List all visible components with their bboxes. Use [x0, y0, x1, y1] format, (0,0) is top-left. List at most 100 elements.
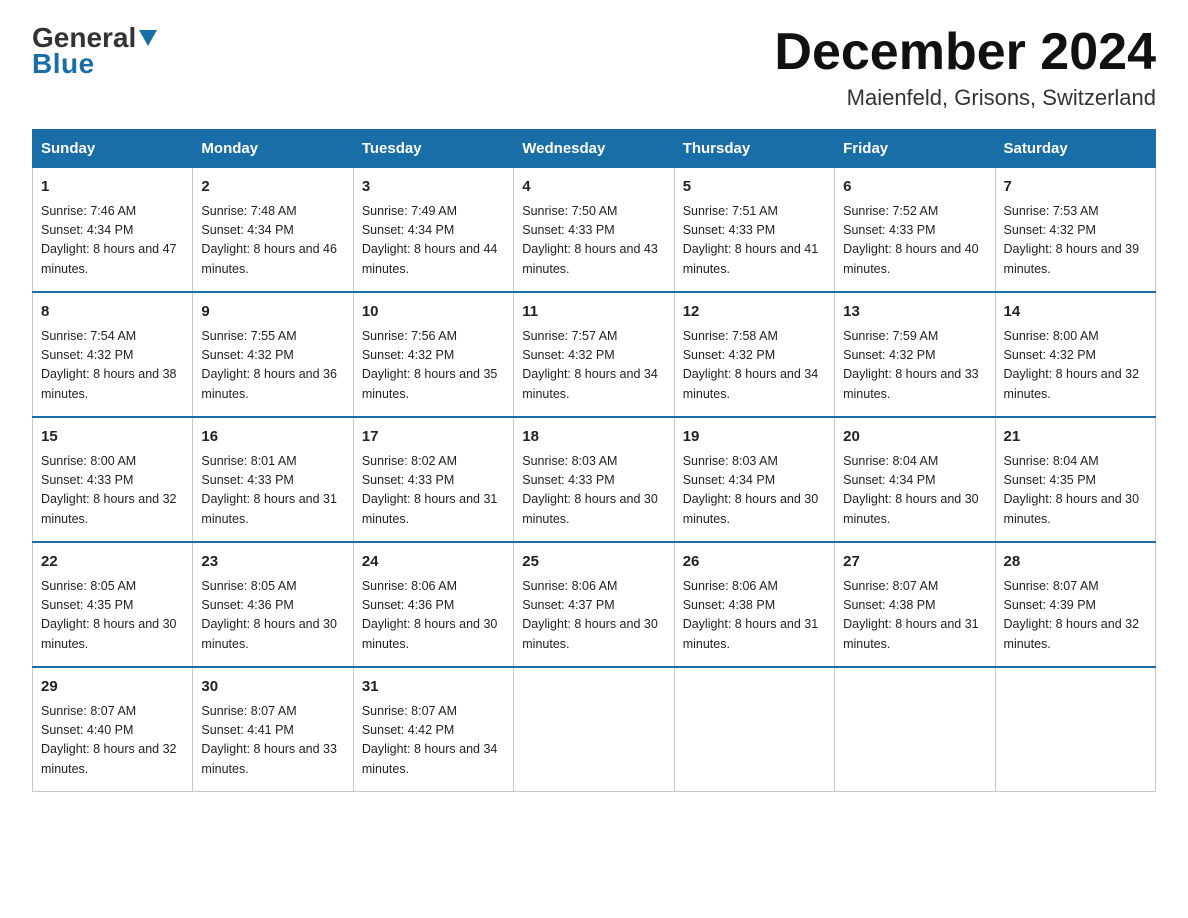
day-number: 7	[1004, 176, 1147, 199]
day-number: 17	[362, 426, 505, 449]
calendar-day-cell: 25 Sunrise: 8:06 AM Sunset: 4:37 PM Dayl…	[514, 542, 674, 667]
calendar-day-cell: 7 Sunrise: 7:53 AM Sunset: 4:32 PM Dayli…	[995, 168, 1155, 293]
day-info: Sunrise: 8:07 AM Sunset: 4:39 PM Dayligh…	[1004, 577, 1147, 655]
calendar-day-cell	[514, 667, 674, 792]
day-number: 10	[362, 301, 505, 324]
day-number: 5	[683, 176, 826, 199]
day-info: Sunrise: 7:56 AM Sunset: 4:32 PM Dayligh…	[362, 327, 505, 405]
day-info: Sunrise: 7:48 AM Sunset: 4:34 PM Dayligh…	[201, 202, 344, 280]
day-info: Sunrise: 8:07 AM Sunset: 4:38 PM Dayligh…	[843, 577, 986, 655]
calendar-day-cell: 30 Sunrise: 8:07 AM Sunset: 4:41 PM Dayl…	[193, 667, 353, 792]
calendar-day-cell: 22 Sunrise: 8:05 AM Sunset: 4:35 PM Dayl…	[33, 542, 193, 667]
day-info: Sunrise: 7:52 AM Sunset: 4:33 PM Dayligh…	[843, 202, 986, 280]
day-number: 12	[683, 301, 826, 324]
day-number: 13	[843, 301, 986, 324]
calendar-week-row: 8 Sunrise: 7:54 AM Sunset: 4:32 PM Dayli…	[33, 292, 1156, 417]
day-number: 18	[522, 426, 665, 449]
header-friday: Friday	[835, 130, 995, 168]
day-info: Sunrise: 8:07 AM Sunset: 4:41 PM Dayligh…	[201, 702, 344, 780]
calendar-day-cell: 18 Sunrise: 8:03 AM Sunset: 4:33 PM Dayl…	[514, 417, 674, 542]
calendar-day-cell: 3 Sunrise: 7:49 AM Sunset: 4:34 PM Dayli…	[353, 168, 513, 293]
calendar-day-cell: 11 Sunrise: 7:57 AM Sunset: 4:32 PM Dayl…	[514, 292, 674, 417]
logo: General Blue	[32, 24, 157, 78]
day-number: 2	[201, 176, 344, 199]
calendar-day-cell: 28 Sunrise: 8:07 AM Sunset: 4:39 PM Dayl…	[995, 542, 1155, 667]
day-number: 28	[1004, 551, 1147, 574]
day-info: Sunrise: 8:00 AM Sunset: 4:33 PM Dayligh…	[41, 452, 184, 530]
day-info: Sunrise: 8:04 AM Sunset: 4:34 PM Dayligh…	[843, 452, 986, 530]
day-info: Sunrise: 8:06 AM Sunset: 4:36 PM Dayligh…	[362, 577, 505, 655]
header-thursday: Thursday	[674, 130, 834, 168]
calendar-day-cell	[835, 667, 995, 792]
day-info: Sunrise: 8:05 AM Sunset: 4:35 PM Dayligh…	[41, 577, 184, 655]
page-header: General Blue December 2024 Maienfeld, Gr…	[32, 24, 1156, 111]
day-info: Sunrise: 8:02 AM Sunset: 4:33 PM Dayligh…	[362, 452, 505, 530]
day-info: Sunrise: 8:07 AM Sunset: 4:42 PM Dayligh…	[362, 702, 505, 780]
header-monday: Monday	[193, 130, 353, 168]
day-number: 1	[41, 176, 184, 199]
day-number: 29	[41, 676, 184, 699]
calendar-day-cell: 20 Sunrise: 8:04 AM Sunset: 4:34 PM Dayl…	[835, 417, 995, 542]
header-sunday: Sunday	[33, 130, 193, 168]
calendar-day-cell: 5 Sunrise: 7:51 AM Sunset: 4:33 PM Dayli…	[674, 168, 834, 293]
calendar-day-cell: 10 Sunrise: 7:56 AM Sunset: 4:32 PM Dayl…	[353, 292, 513, 417]
day-info: Sunrise: 7:54 AM Sunset: 4:32 PM Dayligh…	[41, 327, 184, 405]
calendar-day-cell: 31 Sunrise: 8:07 AM Sunset: 4:42 PM Dayl…	[353, 667, 513, 792]
day-info: Sunrise: 7:58 AM Sunset: 4:32 PM Dayligh…	[683, 327, 826, 405]
calendar-week-row: 22 Sunrise: 8:05 AM Sunset: 4:35 PM Dayl…	[33, 542, 1156, 667]
location-subtitle: Maienfeld, Grisons, Switzerland	[774, 85, 1156, 111]
day-number: 14	[1004, 301, 1147, 324]
calendar-day-cell: 13 Sunrise: 7:59 AM Sunset: 4:32 PM Dayl…	[835, 292, 995, 417]
day-info: Sunrise: 7:53 AM Sunset: 4:32 PM Dayligh…	[1004, 202, 1147, 280]
header-tuesday: Tuesday	[353, 130, 513, 168]
calendar-day-cell: 2 Sunrise: 7:48 AM Sunset: 4:34 PM Dayli…	[193, 168, 353, 293]
calendar-week-row: 29 Sunrise: 8:07 AM Sunset: 4:40 PM Dayl…	[33, 667, 1156, 792]
day-number: 6	[843, 176, 986, 199]
day-number: 11	[522, 301, 665, 324]
day-number: 3	[362, 176, 505, 199]
day-info: Sunrise: 8:03 AM Sunset: 4:33 PM Dayligh…	[522, 452, 665, 530]
calendar-day-cell: 14 Sunrise: 8:00 AM Sunset: 4:32 PM Dayl…	[995, 292, 1155, 417]
day-info: Sunrise: 7:50 AM Sunset: 4:33 PM Dayligh…	[522, 202, 665, 280]
day-info: Sunrise: 8:05 AM Sunset: 4:36 PM Dayligh…	[201, 577, 344, 655]
calendar-header-row: Sunday Monday Tuesday Wednesday Thursday…	[33, 130, 1156, 168]
day-number: 24	[362, 551, 505, 574]
day-number: 25	[522, 551, 665, 574]
day-info: Sunrise: 8:06 AM Sunset: 4:37 PM Dayligh…	[522, 577, 665, 655]
calendar-day-cell: 29 Sunrise: 8:07 AM Sunset: 4:40 PM Dayl…	[33, 667, 193, 792]
day-info: Sunrise: 7:46 AM Sunset: 4:34 PM Dayligh…	[41, 202, 184, 280]
calendar-week-row: 15 Sunrise: 8:00 AM Sunset: 4:33 PM Dayl…	[33, 417, 1156, 542]
day-info: Sunrise: 7:59 AM Sunset: 4:32 PM Dayligh…	[843, 327, 986, 405]
day-number: 27	[843, 551, 986, 574]
calendar-day-cell: 8 Sunrise: 7:54 AM Sunset: 4:32 PM Dayli…	[33, 292, 193, 417]
calendar-day-cell: 12 Sunrise: 7:58 AM Sunset: 4:32 PM Dayl…	[674, 292, 834, 417]
day-number: 8	[41, 301, 184, 324]
day-info: Sunrise: 8:00 AM Sunset: 4:32 PM Dayligh…	[1004, 327, 1147, 405]
day-number: 4	[522, 176, 665, 199]
day-info: Sunrise: 7:49 AM Sunset: 4:34 PM Dayligh…	[362, 202, 505, 280]
calendar-table: Sunday Monday Tuesday Wednesday Thursday…	[32, 129, 1156, 792]
calendar-day-cell: 26 Sunrise: 8:06 AM Sunset: 4:38 PM Dayl…	[674, 542, 834, 667]
calendar-day-cell: 9 Sunrise: 7:55 AM Sunset: 4:32 PM Dayli…	[193, 292, 353, 417]
day-number: 21	[1004, 426, 1147, 449]
calendar-day-cell: 24 Sunrise: 8:06 AM Sunset: 4:36 PM Dayl…	[353, 542, 513, 667]
calendar-day-cell	[674, 667, 834, 792]
calendar-day-cell: 21 Sunrise: 8:04 AM Sunset: 4:35 PM Dayl…	[995, 417, 1155, 542]
logo-blue-text: Blue	[32, 50, 95, 78]
day-info: Sunrise: 7:51 AM Sunset: 4:33 PM Dayligh…	[683, 202, 826, 280]
calendar-day-cell: 19 Sunrise: 8:03 AM Sunset: 4:34 PM Dayl…	[674, 417, 834, 542]
day-number: 22	[41, 551, 184, 574]
day-number: 26	[683, 551, 826, 574]
header-wednesday: Wednesday	[514, 130, 674, 168]
day-info: Sunrise: 8:06 AM Sunset: 4:38 PM Dayligh…	[683, 577, 826, 655]
month-title: December 2024	[774, 24, 1156, 81]
day-info: Sunrise: 8:07 AM Sunset: 4:40 PM Dayligh…	[41, 702, 184, 780]
calendar-day-cell: 16 Sunrise: 8:01 AM Sunset: 4:33 PM Dayl…	[193, 417, 353, 542]
calendar-day-cell: 1 Sunrise: 7:46 AM Sunset: 4:34 PM Dayli…	[33, 168, 193, 293]
title-section: December 2024 Maienfeld, Grisons, Switze…	[774, 24, 1156, 111]
calendar-day-cell	[995, 667, 1155, 792]
day-number: 19	[683, 426, 826, 449]
day-number: 31	[362, 676, 505, 699]
calendar-day-cell: 4 Sunrise: 7:50 AM Sunset: 4:33 PM Dayli…	[514, 168, 674, 293]
calendar-week-row: 1 Sunrise: 7:46 AM Sunset: 4:34 PM Dayli…	[33, 168, 1156, 293]
